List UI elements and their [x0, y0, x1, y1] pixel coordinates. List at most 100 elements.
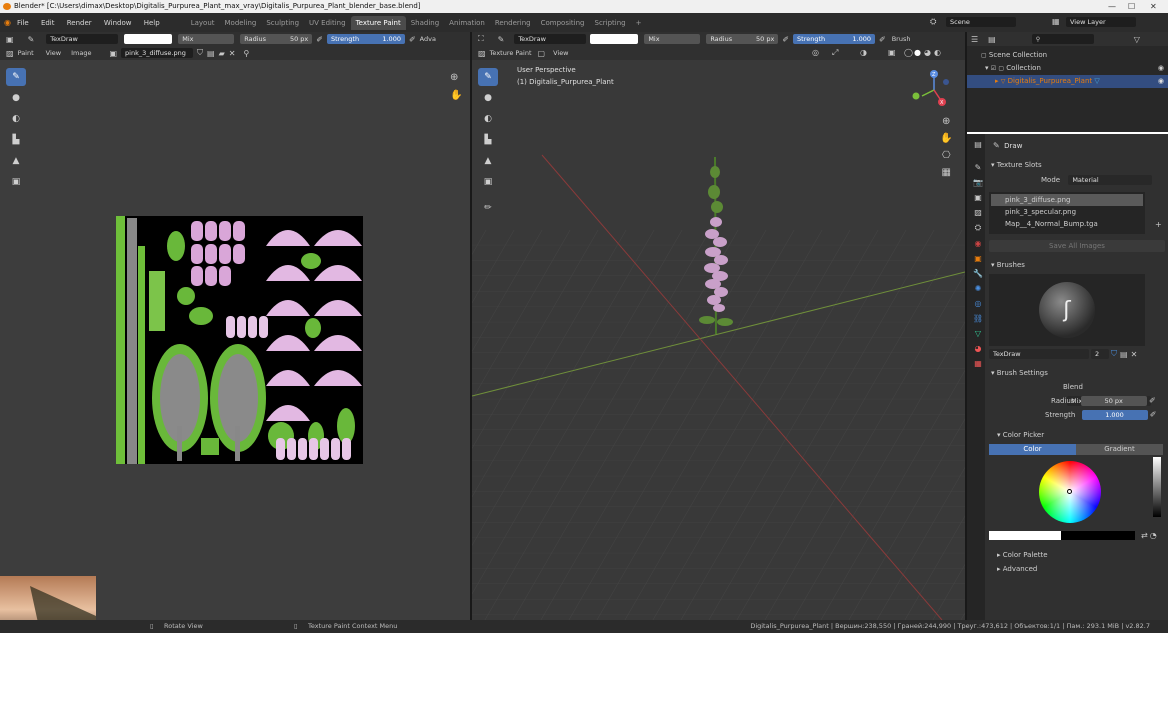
image-editor[interactable]: ▣ ✎ TexDraw Mix Radius 50 px ✐ Strength … [0, 32, 470, 632]
save-all-images-button[interactable]: Save All Images [989, 240, 1165, 252]
swap-colors-icon[interactable]: ⇄ [1141, 531, 1148, 540]
tab-compositing[interactable]: Compositing [536, 16, 590, 30]
strength-field[interactable]: Strength 1.000 [793, 34, 876, 44]
object-tab-icon[interactable]: ▣ [971, 254, 985, 263]
tab-sculpting[interactable]: Sculpting [261, 16, 304, 30]
strength-pressure-icon[interactable]: ✐ [409, 35, 416, 44]
output-tab-icon[interactable]: ▣ [971, 193, 985, 202]
draw-tool[interactable]: ✎ [478, 68, 498, 86]
pressure-icon[interactable]: ✐ [316, 35, 323, 44]
tab-layout[interactable]: Layout [186, 16, 220, 30]
tab-scripting[interactable]: Scripting [590, 16, 631, 30]
tab-gradient[interactable]: Gradient [1076, 444, 1163, 455]
menu-render[interactable]: Render [67, 19, 92, 27]
add-workspace-button[interactable]: + [631, 16, 647, 30]
strength-pressure-icon[interactable]: ✐ [879, 35, 886, 44]
tab-modeling[interactable]: Modeling [220, 16, 262, 30]
view-menu[interactable]: View [553, 49, 568, 57]
shading-render-icon[interactable]: ◐ [934, 48, 941, 57]
texture-slot-item[interactable]: pink_3_diffuse.png [991, 194, 1143, 206]
blend-mode-select[interactable]: Mix [644, 34, 701, 44]
world-tab-icon[interactable]: ◉ [971, 239, 985, 248]
tab-rendering[interactable]: Rendering [490, 16, 536, 30]
tool-tab-icon[interactable]: ✎ [971, 163, 985, 172]
menu-edit[interactable]: Edit [41, 19, 55, 27]
outliner[interactable]: ☰ ▤ ⚲ ▽ ▢ Scene Collection ▾ ☑ ▢ Collect… [967, 32, 1168, 132]
brushes-panel-header[interactable]: ▾ Brushes [987, 258, 1167, 272]
foxglove-plant[interactable] [697, 152, 737, 337]
tab-uv-editing[interactable]: UV Editing [304, 16, 351, 30]
image-menu[interactable]: Image [71, 49, 91, 57]
pressure-icon[interactable]: ✐ [782, 35, 789, 44]
radius-field[interactable]: Radius 50 px [240, 34, 313, 44]
mode-select[interactable]: Texture Paint [490, 49, 532, 57]
brush-name-field[interactable]: TexDraw [989, 349, 1089, 359]
scene-icon[interactable]: ⛭ [930, 17, 936, 27]
scene-tab-icon[interactable]: ⛭ [971, 223, 985, 233]
editor-type-icon[interactable]: ☰ [971, 35, 978, 44]
color-wheel[interactable] [1039, 461, 1101, 523]
pressure-icon[interactable]: ✐ [1149, 394, 1156, 408]
smear-tool[interactable]: ◐ [478, 110, 498, 128]
mode-paint-menu[interactable]: Paint [18, 49, 34, 57]
menu-window[interactable]: Window [104, 19, 132, 27]
color-swatch[interactable] [124, 34, 173, 44]
shading-solid-icon[interactable]: ● [914, 48, 921, 57]
blender-menu-icon[interactable]: ◉ [4, 18, 11, 27]
mask-tool[interactable]: ▣ [6, 173, 26, 191]
physics-tab-icon[interactable]: ◎ [971, 299, 985, 308]
material-tab-icon[interactable]: ◕ [971, 344, 985, 353]
checkbox-icon[interactable]: ☑ [991, 63, 996, 75]
smear-tool[interactable]: ◐ [6, 110, 26, 128]
unlink-brush-icon[interactable]: ✕ [1131, 350, 1138, 359]
color-swatch[interactable] [590, 34, 639, 44]
3d-viewport[interactable]: ⛶ ✎ TexDraw Mix Radius 50 px ✐ Strength … [472, 32, 965, 620]
mask-tool[interactable]: ▣ [478, 173, 498, 191]
image-name-field[interactable]: pink_3_diffuse.png [121, 48, 194, 58]
filter-icon[interactable]: ▽ [1134, 35, 1140, 44]
clone-tool[interactable]: ▙ [6, 131, 26, 149]
pan-hand-icon[interactable]: ✋ [450, 90, 462, 101]
soften-tool[interactable]: ● [478, 89, 498, 107]
view-layer-tab-icon[interactable]: ▨ [971, 208, 985, 217]
render-tab-icon[interactable]: 📷 [971, 178, 985, 187]
color-picker-header[interactable]: ▾ Color Picker [987, 428, 1167, 442]
collection-row[interactable]: ▾ ☑ ▢ Collection ◉ [981, 62, 1168, 75]
blend-mode-select[interactable]: Mix [178, 34, 235, 44]
pin-icon[interactable]: ⚲ [243, 49, 249, 58]
xray-icon[interactable]: ▣ [888, 48, 896, 57]
annotate-tool[interactable]: ✏ [478, 199, 498, 217]
brush-name-field[interactable]: TexDraw [46, 34, 119, 44]
search-input[interactable]: ⚲ [1031, 34, 1094, 44]
zoom-icon[interactable]: ⊕ [450, 72, 458, 83]
brush-menu[interactable]: Brush [892, 35, 911, 43]
minimize-button[interactable]: — [1108, 0, 1116, 13]
open-image-icon[interactable]: ▰ [219, 49, 225, 58]
maximize-button[interactable]: ☐ [1128, 0, 1135, 13]
zoom-icon[interactable]: ⊕ [940, 116, 952, 127]
eye-icon[interactable]: ◉ [1158, 75, 1164, 87]
add-slot-icon[interactable]: + [1155, 220, 1162, 229]
scene-selector[interactable]: Scene [946, 17, 1016, 27]
scene-collection-row[interactable]: ▢ Scene Collection [981, 49, 1168, 62]
image-browse-icon[interactable]: ▣ [109, 49, 117, 58]
fill-tool[interactable]: ▲ [6, 152, 26, 170]
shading-material-icon[interactable]: ◕ [924, 48, 931, 57]
particles-tab-icon[interactable]: ✺ [971, 284, 985, 293]
strength-field[interactable]: 1.000 [1081, 410, 1148, 420]
advanced-header[interactable]: ▸ Advanced [987, 562, 1167, 576]
strength-field[interactable]: Strength 1.000 [326, 34, 405, 44]
pressure-icon[interactable]: ✐ [1150, 408, 1157, 422]
properties-editor[interactable]: ▤ ✎ 📷 ▣ ▨ ⛭ ◉ ▣ 🔧 ✺ ◎ ⛓ ▽ ◕ ▦ ✎ Draw ▾ T… [967, 134, 1168, 620]
fake-user-icon[interactable]: ⛉ [1111, 349, 1117, 359]
advanced-menu[interactable]: Adva [420, 35, 436, 43]
secondary-color-swatch[interactable] [1061, 531, 1135, 540]
new-image-icon[interactable]: ▤ [207, 49, 215, 58]
mask-toggle-icon[interactable]: ▢ [538, 49, 546, 58]
overlay-icon[interactable]: ◑ [860, 48, 867, 57]
display-mode-icon[interactable]: ▤ [988, 35, 996, 44]
clone-tool[interactable]: ▙ [478, 131, 498, 149]
close-button[interactable]: ✕ [1150, 0, 1157, 13]
data-tab-icon[interactable]: ▽ [971, 329, 985, 338]
camera-icon[interactable]: ⎔ [940, 150, 952, 161]
